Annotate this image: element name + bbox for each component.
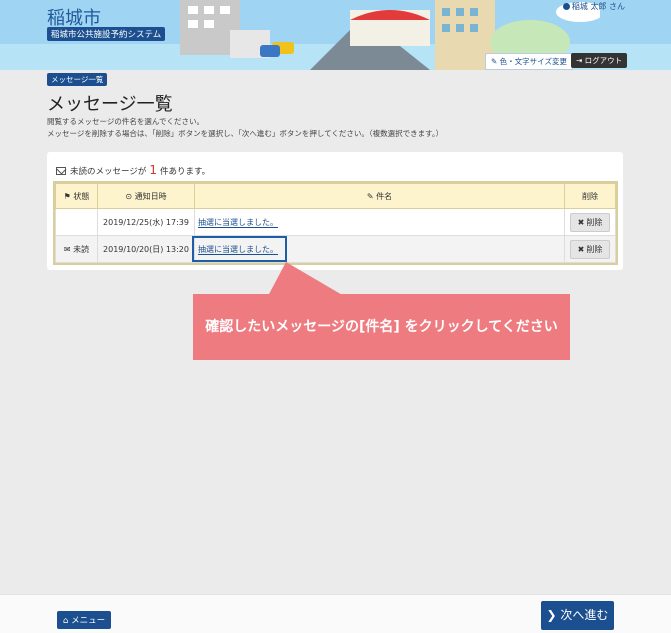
instruction-callout: 確認したいメッセージの[件名] をクリックしてください [193,294,570,360]
next-button[interactable]: ❯ 次へ進む [541,601,614,630]
footer: ⌂ メニュー ❯ 次へ進む [0,594,671,633]
chevron-right-icon: ❯ [546,608,561,622]
home-icon: ⌂ [63,616,72,626]
menu-button-label: メニュー [71,616,106,626]
callout-text: 確認したいメッセージの[件名] をクリックしてください [205,319,558,335]
next-button-label: 次へ進む [560,608,609,622]
menu-button[interactable]: ⌂ メニュー [57,611,112,629]
